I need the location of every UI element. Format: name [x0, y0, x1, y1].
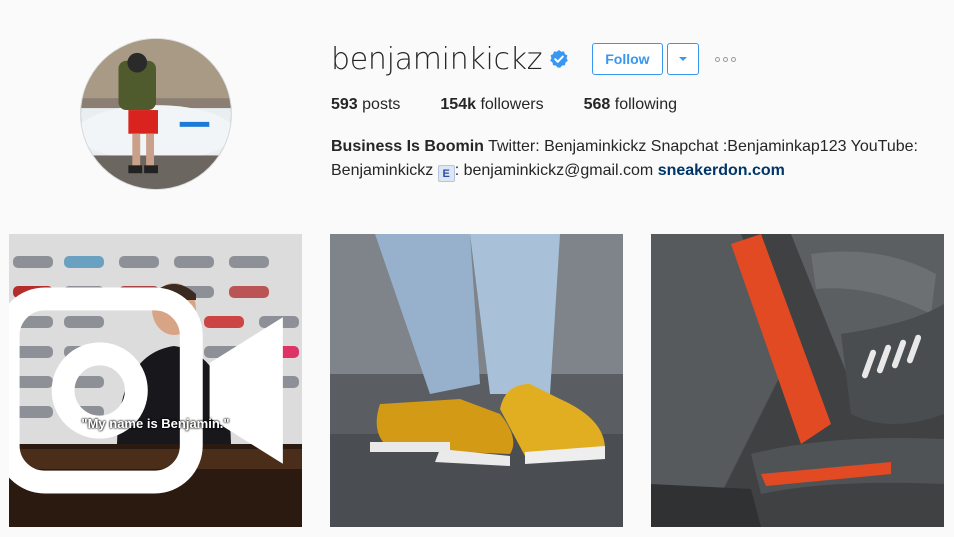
video-icon — [9, 287, 283, 494]
video-caption: "My name is Benjamin." — [81, 416, 230, 431]
username: benjaminkickz — [331, 41, 543, 77]
ellipsis-dot-icon — [722, 56, 728, 62]
email-emoji-icon: E — [437, 165, 455, 182]
following-stat[interactable]: 568 following — [584, 96, 677, 114]
ellipsis-dot-icon — [714, 56, 720, 62]
profile-header: benjaminkickz Follow — [331, 40, 736, 78]
profile-stats: 593 posts 154k followers 568 following — [331, 96, 717, 114]
verified-badge-icon — [550, 50, 569, 68]
ellipsis-dot-icon — [730, 56, 736, 62]
post-photo-sneakers-grey — [651, 234, 944, 527]
followers-count: 154k — [440, 96, 476, 113]
post-tile[interactable] — [651, 234, 944, 527]
post-tile[interactable] — [330, 234, 623, 527]
posts-stat: 593 posts — [331, 96, 400, 114]
following-count: 568 — [583, 96, 611, 113]
posts-label: posts — [362, 96, 401, 113]
profile-avatar[interactable] — [80, 38, 232, 190]
avatar-image — [81, 39, 231, 189]
suggestions-dropdown-button[interactable] — [666, 43, 699, 75]
post-tile[interactable]: "My name is Benjamin." — [9, 234, 302, 527]
post-photo-sneakers-yellow — [330, 234, 623, 527]
posts-count: 593 — [331, 96, 358, 113]
full-name: Business Is Boomin — [331, 138, 484, 155]
following-label: following — [614, 96, 678, 113]
profile-bio: Business Is Boomin Twitter: Benjaminkick… — [331, 135, 941, 183]
follow-button[interactable]: Follow — [592, 43, 663, 75]
followers-stat[interactable]: 154k followers — [440, 96, 543, 114]
followers-label: followers — [480, 96, 544, 113]
caret-down-icon — [678, 57, 687, 61]
bio-email: : benjaminkickz@gmail.com — [454, 162, 654, 179]
more-options-button[interactable] — [714, 43, 736, 75]
bio-website-link[interactable]: sneakerdon.com — [658, 162, 785, 179]
